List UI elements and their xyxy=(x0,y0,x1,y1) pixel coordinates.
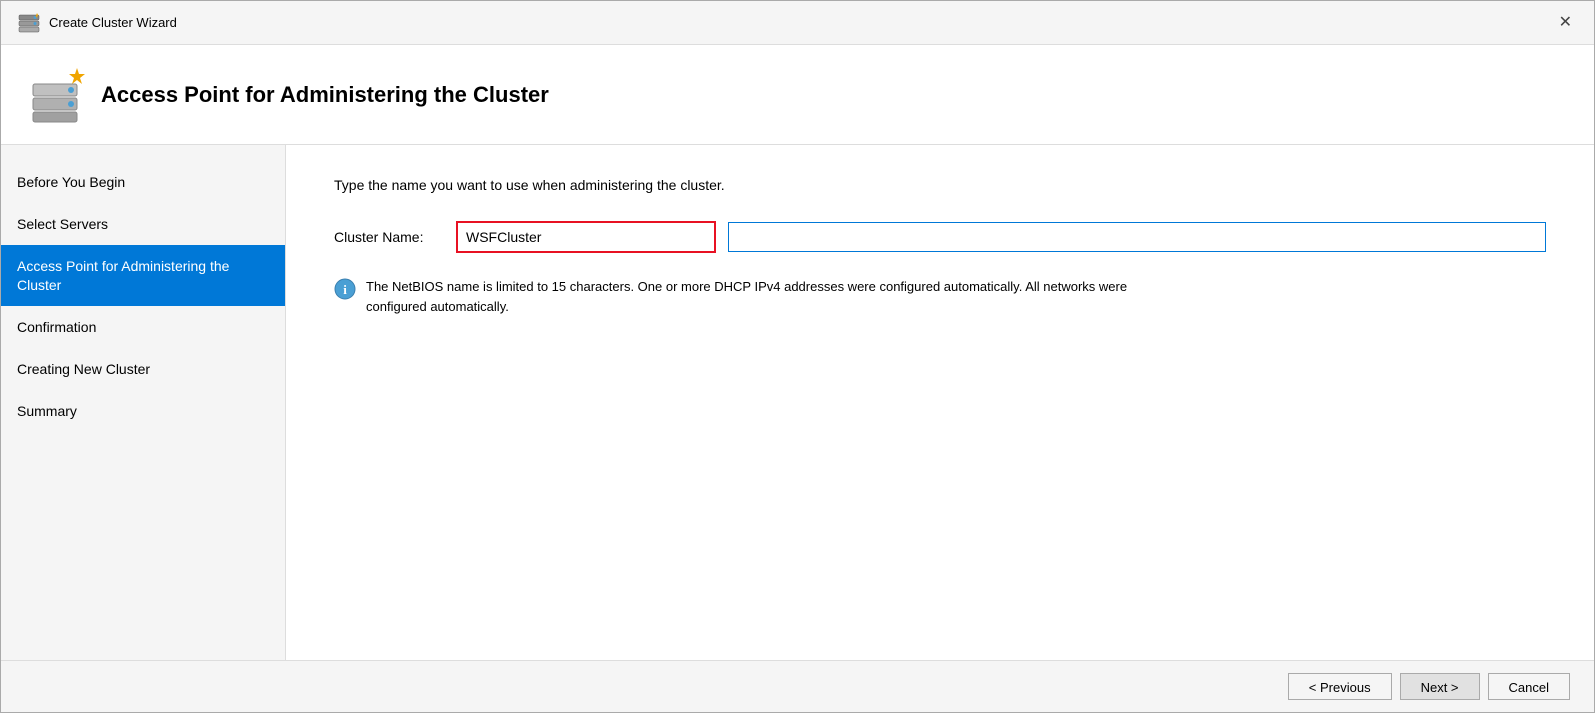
create-cluster-wizard: Create Cluster Wizard ✕ Access Point for… xyxy=(0,0,1595,713)
sidebar-item-select-servers[interactable]: Select Servers xyxy=(1,203,285,245)
sidebar-item-before-you-begin[interactable]: Before You Begin xyxy=(1,161,285,203)
sidebar-item-summary[interactable]: Summary xyxy=(1,390,285,432)
title-bar-left: Create Cluster Wizard xyxy=(17,11,177,35)
info-box: i The NetBIOS name is limited to 15 char… xyxy=(334,277,1154,316)
sidebar: Before You Begin Select Servers Access P… xyxy=(1,145,286,660)
svg-text:i: i xyxy=(343,282,347,297)
window-title: Create Cluster Wizard xyxy=(49,15,177,30)
cancel-button[interactable]: Cancel xyxy=(1488,673,1570,700)
footer: < Previous Next > Cancel xyxy=(1,660,1594,712)
sidebar-item-access-point[interactable]: Access Point for Administering the Clust… xyxy=(1,245,285,305)
header-section: Access Point for Administering the Clust… xyxy=(1,45,1594,145)
header-icon xyxy=(25,66,85,124)
content-description: Type the name you want to use when admin… xyxy=(334,177,1546,193)
main-content: Before You Begin Select Servers Access P… xyxy=(1,145,1594,660)
previous-button[interactable]: < Previous xyxy=(1288,673,1392,700)
cluster-name-input-extended[interactable] xyxy=(728,222,1546,252)
sidebar-item-confirmation[interactable]: Confirmation xyxy=(1,306,285,348)
close-button[interactable]: ✕ xyxy=(1553,13,1578,33)
content-area: Type the name you want to use when admin… xyxy=(286,145,1594,660)
cluster-name-label: Cluster Name: xyxy=(334,229,444,245)
next-button[interactable]: Next > xyxy=(1400,673,1480,700)
title-bar: Create Cluster Wizard ✕ xyxy=(1,1,1594,45)
cluster-name-row: Cluster Name: xyxy=(334,221,1546,253)
info-icon: i xyxy=(334,278,356,300)
wizard-icon xyxy=(17,11,41,35)
cluster-name-input-highlighted[interactable] xyxy=(456,221,716,253)
info-text: The NetBIOS name is limited to 15 charac… xyxy=(366,277,1154,316)
sidebar-item-creating-new-cluster[interactable]: Creating New Cluster xyxy=(1,348,285,390)
header-server-icon xyxy=(25,66,85,124)
page-title: Access Point for Administering the Clust… xyxy=(101,82,549,108)
